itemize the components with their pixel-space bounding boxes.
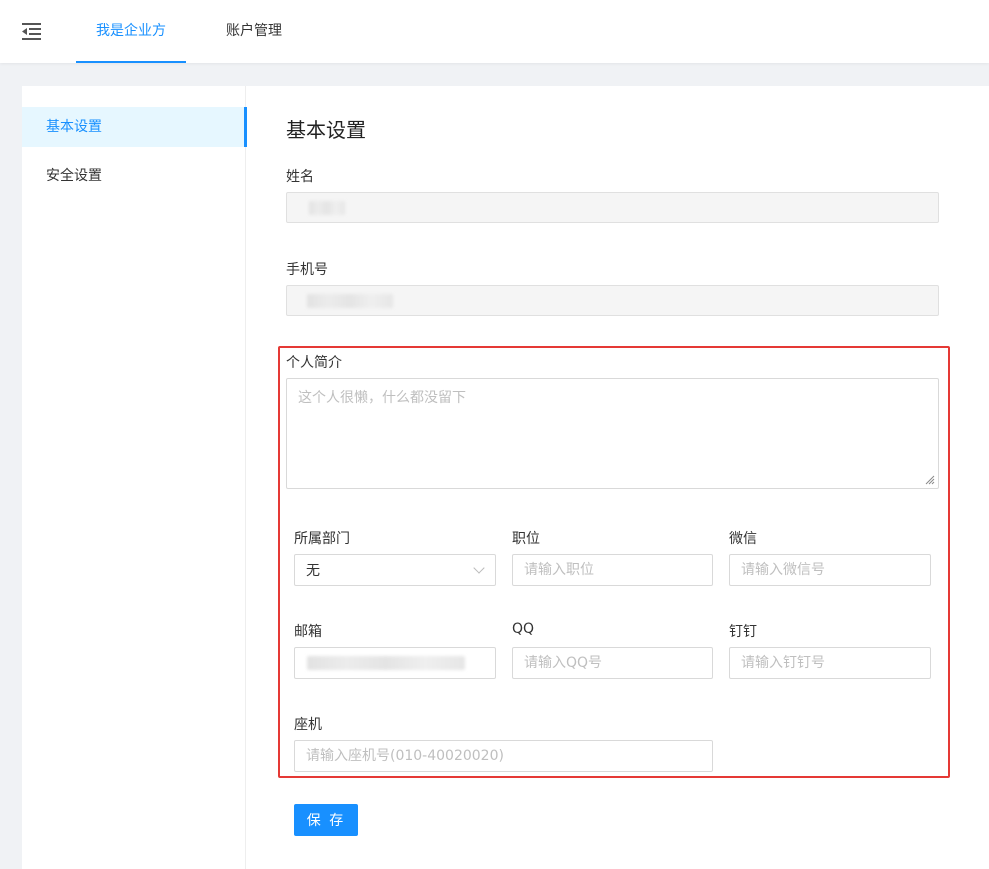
- menu-fold-icon[interactable]: [22, 22, 42, 40]
- settings-sidebar: 基本设置 安全设置: [22, 86, 247, 869]
- dingtalk-input[interactable]: [729, 647, 931, 679]
- department-value: 无: [306, 563, 320, 579]
- wechat-input[interactable]: [729, 554, 931, 586]
- bio-textarea[interactable]: [286, 378, 939, 489]
- name-label: 姓名: [286, 169, 314, 185]
- landline-label: 座机: [294, 717, 322, 733]
- department-select[interactable]: 无: [294, 554, 496, 586]
- top-bar: 我是企业方 账户管理: [0, 0, 989, 63]
- resize-grip-icon[interactable]: [923, 473, 935, 485]
- chevron-down-icon: [473, 562, 485, 574]
- department-label: 所属部门: [294, 531, 350, 547]
- email-input[interactable]: [294, 647, 496, 679]
- save-button[interactable]: 保 存: [294, 804, 358, 836]
- landline-input[interactable]: [294, 740, 713, 772]
- redacted-email: [307, 656, 465, 670]
- redacted-phone: [307, 294, 393, 308]
- name-field: [286, 192, 939, 223]
- position-input[interactable]: [512, 554, 713, 586]
- sidebar-item-basic-settings[interactable]: 基本设置: [22, 107, 247, 147]
- phone-field: [286, 285, 939, 316]
- qq-label: QQ: [512, 621, 535, 637]
- tab-account-management[interactable]: 账户管理: [210, 0, 298, 63]
- position-label: 职位: [512, 531, 540, 547]
- dingtalk-label: 钉钉: [729, 624, 757, 640]
- phone-label: 手机号: [286, 262, 328, 278]
- wechat-label: 微信: [729, 531, 757, 547]
- tab-enterprise[interactable]: 我是企业方: [76, 0, 186, 63]
- redacted-name: [309, 201, 345, 215]
- email-label: 邮箱: [294, 624, 322, 640]
- sidebar-item-security-settings[interactable]: 安全设置: [22, 156, 246, 196]
- page-title: 基本设置: [286, 118, 366, 142]
- bio-label: 个人简介: [286, 355, 342, 371]
- qq-input[interactable]: [512, 647, 713, 679]
